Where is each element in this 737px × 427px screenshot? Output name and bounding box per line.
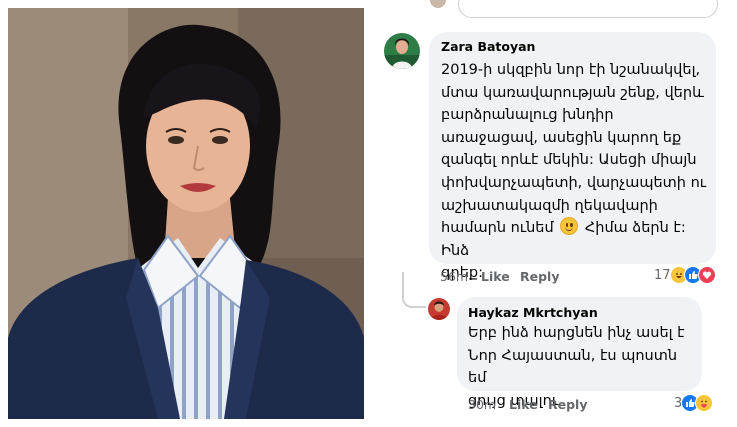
like-button[interactable]: Like	[481, 269, 510, 284]
previous-comment-input[interactable]	[458, 0, 718, 18]
comment-time[interactable]: 56m	[440, 269, 468, 284]
reply-author[interactable]: Haykaz Mkrtchyan	[468, 305, 598, 320]
comments-panel: Zara Batoyan 2019-ի սկզբին նոր էի նշանակ…	[372, 0, 737, 427]
reply-time[interactable]: 30m	[468, 397, 496, 412]
reply-avatar[interactable]	[428, 298, 450, 320]
avatar[interactable]	[384, 33, 420, 69]
reply-like-button[interactable]: Like	[509, 397, 538, 412]
reply-bubble: Haykaz Mkrtchyan Երբ ինձ հարցնեն ինչ ասե…	[457, 297, 702, 409]
reaction-count: 17	[654, 267, 671, 283]
comment-meta: 56m Like Reply	[440, 269, 620, 285]
comment-text-part1: 2019-ի սկզբին նոր էի նշանակվել, մտա կառա…	[441, 62, 707, 237]
thread-connector	[402, 272, 426, 308]
love-reaction-icon	[697, 266, 716, 284]
reply-button[interactable]: Reply	[520, 269, 559, 284]
comment-author[interactable]: Zara Batoyan	[441, 39, 535, 54]
reply-reaction-summary[interactable]: 3	[674, 392, 714, 414]
reply-meta: 30m Like Reply	[468, 397, 648, 413]
previous-avatar	[430, 0, 446, 8]
smile-emoji-icon	[560, 217, 579, 236]
portrait-photo	[8, 8, 364, 419]
comment-bubble: Zara Batoyan 2019-ի սկզբին նոր էի նշանակ…	[429, 32, 716, 281]
reaction-summary[interactable]: 17	[654, 264, 716, 286]
care-reaction-icon	[695, 394, 714, 412]
comment-text: 2019-ի սկզբին նոր էի նշանակվել, մտա կառա…	[441, 59, 713, 285]
reply-reply-button[interactable]: Reply	[548, 397, 587, 412]
